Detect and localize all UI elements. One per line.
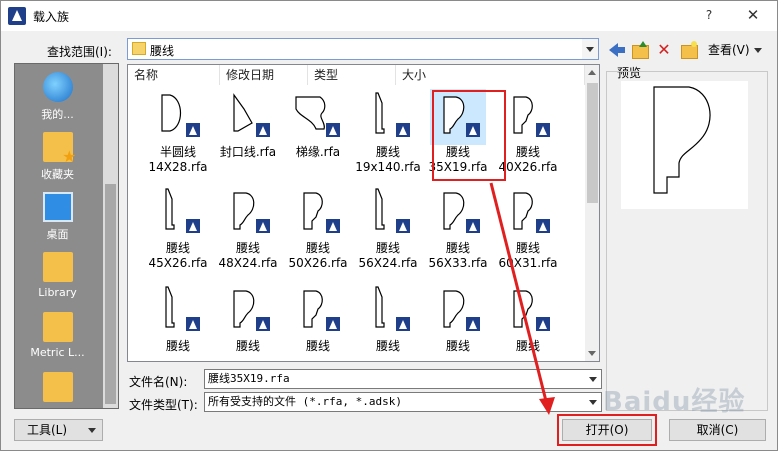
- watermark-text: Baidu经验: [603, 387, 746, 417]
- load-family-dialog: 载入族 ? ✕ 查找范围(I): 腰线 ✕ 查看(V) 我的...收藏夹桌面Li…: [0, 0, 778, 451]
